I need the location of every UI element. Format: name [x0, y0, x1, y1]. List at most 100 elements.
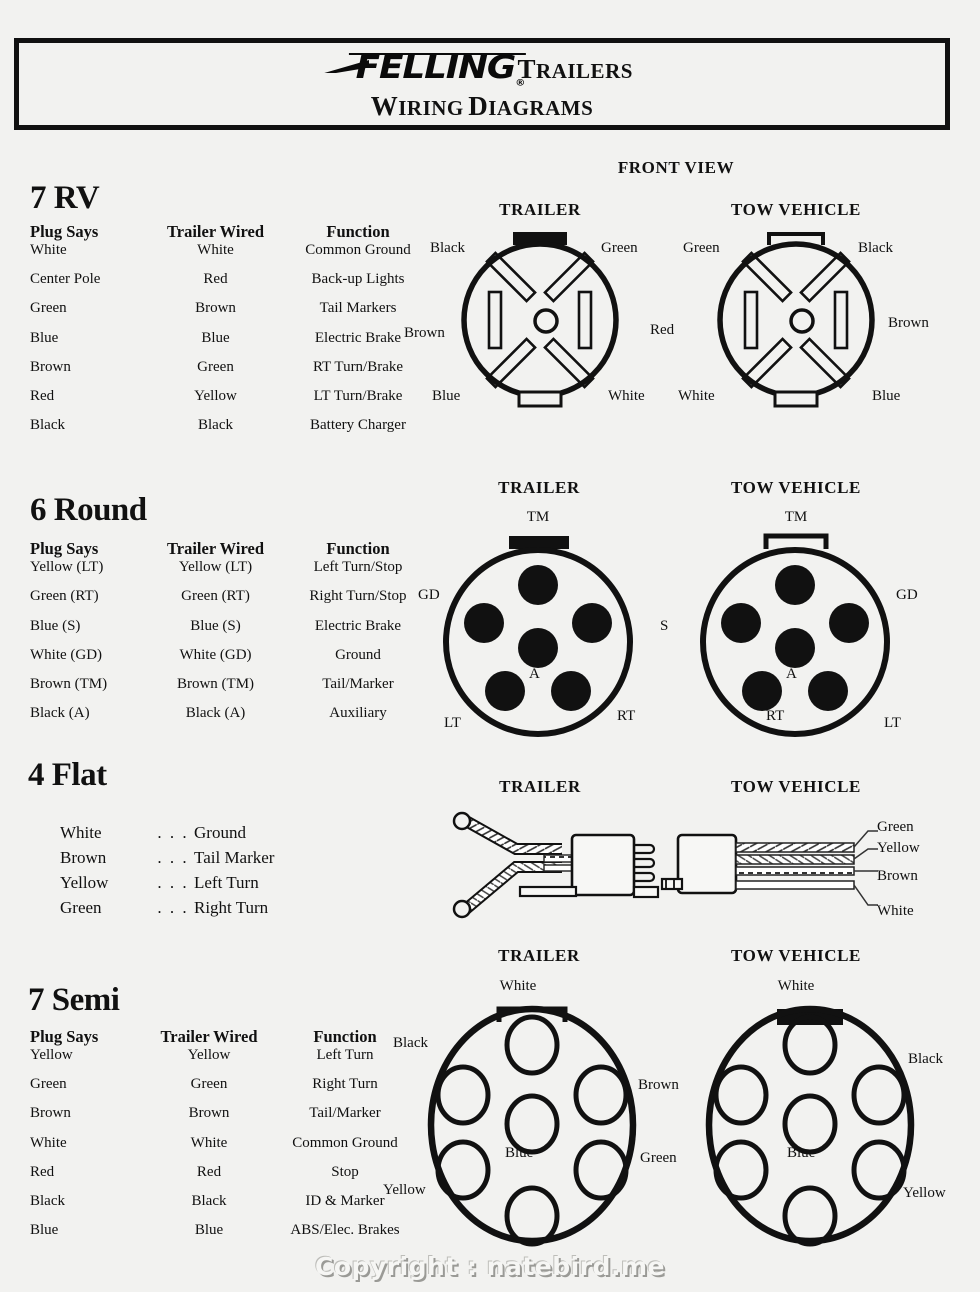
- cell-trailer-wired: Yellow: [194, 387, 237, 404]
- label-6round-center: S: [660, 618, 669, 634]
- cell-trailer-wired: Green: [197, 358, 234, 375]
- cell-trailer-wired: Blue (S): [190, 617, 241, 634]
- label-6round-trailer-top: TM: [526, 509, 550, 525]
- section-title-7semi: 7 Semi: [28, 982, 120, 1018]
- watermark: Copyright : natebird.me: [315, 1252, 665, 1281]
- table-row: Blue Blue ABS/Elec. Brakes: [30, 1222, 420, 1251]
- section-title-6round: 6 Round: [30, 492, 147, 528]
- table-row: Green Green Right Turn: [30, 1076, 420, 1105]
- wire-color: Green: [60, 898, 102, 917]
- label-7rv-tow-bottom-right: Blue: [872, 388, 901, 404]
- pin-slots: [741, 251, 851, 389]
- col-trailer-wired: Trailer Wired: [160, 1027, 258, 1046]
- col-plug-says: Plug Says: [30, 1027, 99, 1046]
- diagram-title-tow-4flat: TOW VEHICLE: [731, 777, 861, 796]
- col-function: Function: [326, 222, 390, 241]
- label-7rv-tow-bottom-left: White: [678, 388, 715, 404]
- wire-yellow: [735, 854, 855, 865]
- diagram-title-trailer-7rv: TRAILER: [499, 200, 581, 219]
- tow-side-harness: [660, 830, 878, 906]
- connector-bottom-notch: [773, 390, 819, 408]
- table-row: Yellow (LT) Yellow (LT) Left Turn/Stop: [30, 559, 433, 588]
- table-row: Brown Brown Tail/Marker: [30, 1105, 420, 1134]
- center-pin: [504, 1093, 560, 1155]
- label-7semi-trailer-top: White: [499, 978, 537, 994]
- wire-white: [735, 880, 855, 890]
- list-item: Brown . . . Tail Marker: [60, 845, 274, 870]
- cell-plug-says: Black: [30, 417, 65, 434]
- cell-plug-says: Brown: [30, 1105, 71, 1122]
- label-7rv-trailer-left: Brown: [404, 325, 445, 341]
- list-item: Green . . . Right Turn: [60, 895, 274, 920]
- pin-slots: [485, 251, 595, 389]
- cell-plug-says: Blue: [30, 1222, 59, 1239]
- trailers-word: TRAILERS: [518, 54, 633, 85]
- dot-leader: . . .: [157, 848, 189, 867]
- cell-trailer-wired: White: [190, 1134, 228, 1151]
- label-6round-tow-top: TM: [784, 509, 808, 525]
- col-plug-says: Plug Says: [30, 222, 99, 241]
- cell-plug-says: Yellow: [30, 1047, 73, 1063]
- cell-plug-says: White: [30, 1134, 67, 1151]
- felling-logo: FELLING®: [331, 51, 527, 88]
- cell-plug-says: Blue: [30, 329, 59, 346]
- col-plug-says: Plug Says: [30, 539, 99, 558]
- cell-trailer-wired: Brown: [188, 1105, 230, 1122]
- diagram-title-tow-6round: TOW VEHICLE: [731, 478, 861, 497]
- wire-color: Brown: [60, 848, 107, 867]
- table-row: Brown (TM) Brown (TM) Tail/Marker: [30, 676, 433, 705]
- label-6round-trailer-bottom-right: RT: [617, 708, 636, 724]
- table-row: Center Pole Red Back-up Lights: [30, 271, 433, 300]
- center-pin: [775, 628, 815, 668]
- col-trailer-wired: Trailer Wired: [166, 222, 264, 241]
- trailer-side-harness: [452, 811, 660, 919]
- cell-plug-says: White (GD): [30, 646, 103, 663]
- connector-7semi-tow: [705, 1005, 915, 1247]
- center-pin: [782, 1093, 838, 1155]
- cell-trailer-wired: Blue: [194, 1222, 224, 1239]
- label-6round-tow-bottom-right: LT: [884, 715, 901, 731]
- table-6round: Plug Says Trailer Wired Function Yellow …: [30, 539, 433, 735]
- label-7semi-tow-center: Blue: [787, 1145, 816, 1161]
- pin-holes: [464, 565, 612, 711]
- front-view-label: FRONT VIEW: [617, 158, 735, 177]
- cell-trailer-wired: Red: [196, 1163, 222, 1180]
- connector-body: [717, 241, 875, 399]
- connector-4flat-harness: [452, 811, 878, 919]
- cell-function: Tail/Marker: [309, 1105, 381, 1122]
- cell-trailer-wired: Black (A): [185, 705, 246, 722]
- cell-plug-says: Brown (TM): [30, 676, 108, 693]
- list-item: White . . . Ground: [60, 820, 274, 845]
- label-7rv-trailer-top-right: Green: [601, 240, 638, 256]
- connector-7semi-trailer: [427, 1005, 637, 1247]
- table-row: Blue (S) Blue (S) Electric Brake: [30, 618, 433, 647]
- cell-plug-says: Blue (S): [30, 617, 81, 634]
- cell-function: LT Turn/Brake: [313, 387, 403, 404]
- table-row: White White Common Ground: [30, 1135, 420, 1164]
- cell-function: ABS/Elec. Brakes: [290, 1222, 400, 1239]
- label-7semi-trailer-center: Blue: [505, 1145, 534, 1161]
- cell-plug-says: White: [30, 242, 67, 258]
- label-7rv-tow-top-left: Green: [683, 240, 720, 256]
- cell-function: Right Turn/Stop: [309, 588, 407, 605]
- table-header-row: Plug Says Trailer Wired Function: [30, 1027, 420, 1047]
- connector-bottom-notch: [517, 390, 563, 408]
- label-6round-tow-bottom-left: RT: [766, 708, 785, 724]
- leader-lines: [853, 830, 878, 906]
- cell-trailer-wired: Yellow (LT): [178, 559, 253, 575]
- table-row: Blue Blue Electric Brake: [30, 330, 433, 359]
- cell-function: Back-up Lights: [311, 271, 405, 288]
- label-7semi-trailer-bottom-left: Yellow: [383, 1182, 426, 1198]
- connector-6round-tow: [700, 533, 890, 737]
- wire-color: White: [60, 823, 102, 842]
- cell-plug-says: Brown: [30, 358, 71, 375]
- table-row: Green Brown Tail Markers: [30, 300, 433, 329]
- label-7semi-center-upper: Brown: [638, 1077, 679, 1093]
- plug-body: [570, 833, 636, 897]
- table-row: Black Black ID & Marker: [30, 1193, 420, 1222]
- connector-7rv-tow: [717, 232, 875, 408]
- cell-plug-says: Black (A): [30, 705, 90, 722]
- cell-function: RT Turn/Brake: [312, 358, 404, 375]
- cell-trailer-wired: Black: [191, 1192, 227, 1209]
- table-row: Yellow Yellow Left Turn: [30, 1047, 420, 1076]
